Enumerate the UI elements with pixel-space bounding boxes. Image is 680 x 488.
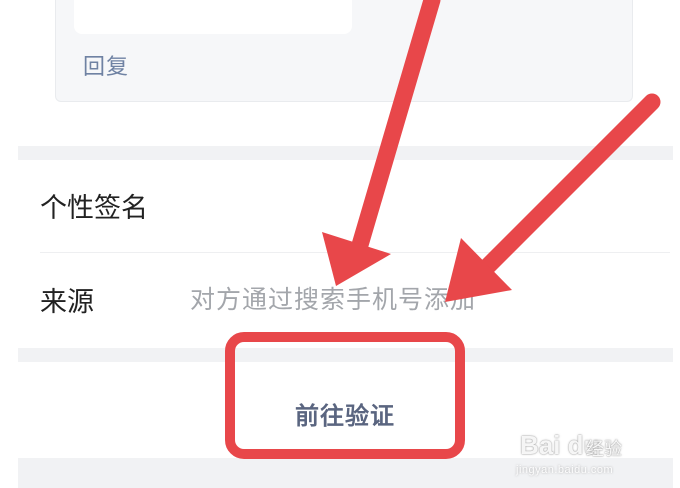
signature-row: 个性签名 xyxy=(0,186,680,236)
source-value: 对方通过搜索手机号添加 xyxy=(190,285,477,314)
reply-link[interactable]: 回复 xyxy=(83,49,129,81)
reply-card: 回复 xyxy=(55,0,633,102)
row-divider xyxy=(40,252,670,253)
signature-label: 个性签名 xyxy=(40,193,148,224)
go-verify-label: 前往验证 xyxy=(295,402,395,430)
go-verify-button[interactable]: 前往验证 xyxy=(225,333,465,458)
reply-message-box[interactable] xyxy=(74,0,352,34)
section-separator xyxy=(18,146,673,160)
friend-request-detail-screen: 回复 个性签名 来源 对方通过搜索手机号添加 前往验证 Bai du 经验 ji… xyxy=(0,0,680,488)
source-row: 来源 对方通过搜索手机号添加 xyxy=(0,280,680,330)
source-label: 来源 xyxy=(40,287,94,318)
watermark-logo: Bai du xyxy=(520,430,600,460)
bottom-separator xyxy=(18,458,673,488)
